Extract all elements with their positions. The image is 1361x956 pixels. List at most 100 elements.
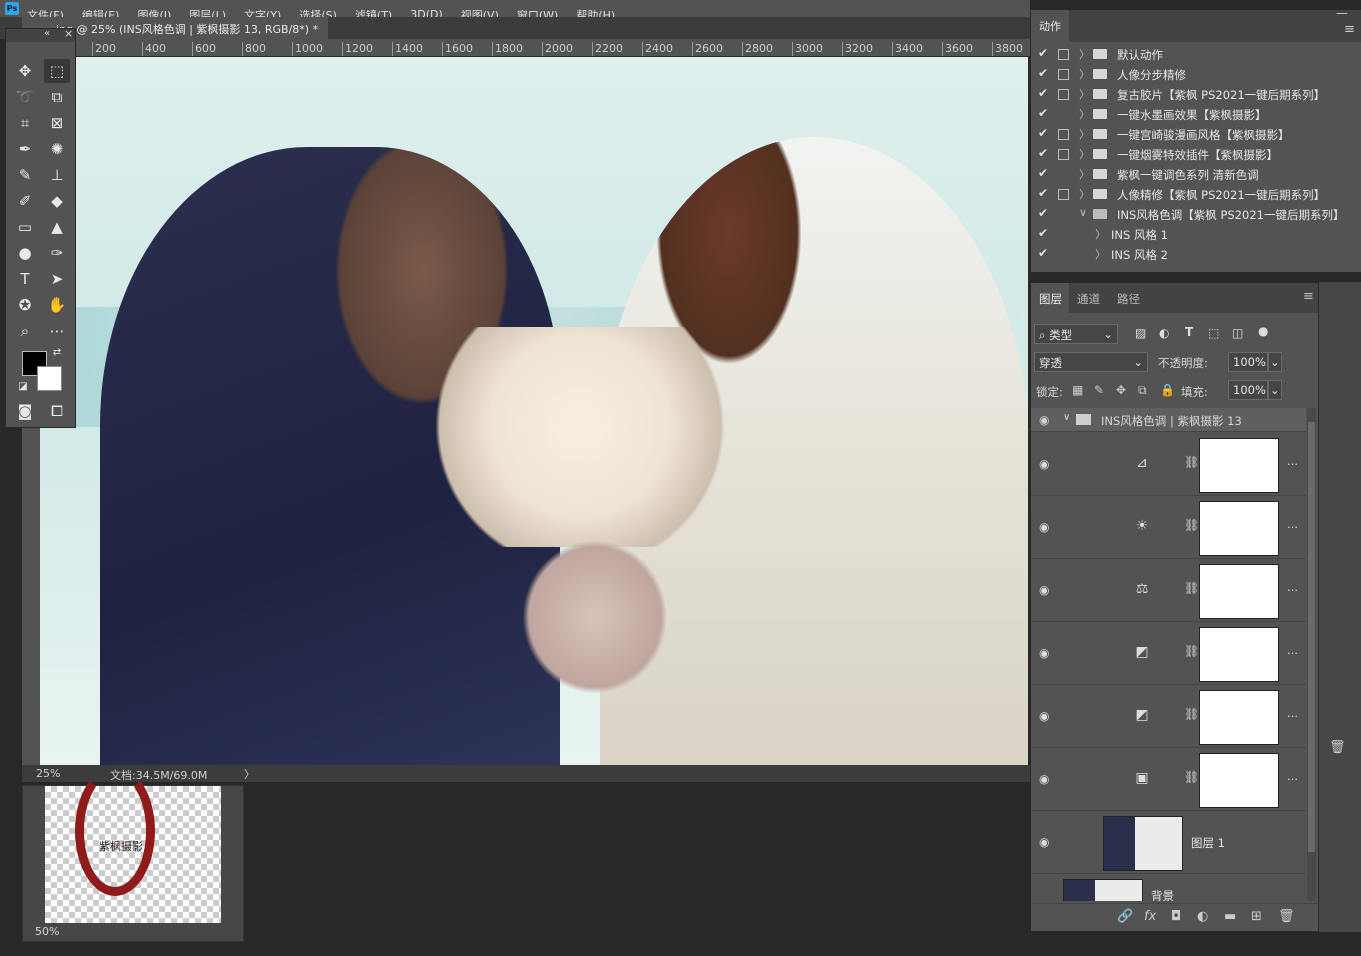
- check-icon[interactable]: ✔: [1038, 86, 1048, 100]
- expand-icon[interactable]: 〉: [1079, 46, 1090, 62]
- close-icon[interactable]: ×: [64, 27, 73, 40]
- shape-filter-icon[interactable]: ⬚: [1208, 326, 1219, 340]
- screen-mode-icon[interactable]: ⧠: [44, 399, 70, 423]
- action-set-row[interactable]: ✔ 〉 紫枫一键调色系列 清新色调: [1031, 165, 1351, 185]
- check-icon[interactable]: ✔: [1038, 186, 1048, 200]
- check-icon[interactable]: ✔: [1038, 166, 1048, 180]
- tab-actions[interactable]: 动作: [1031, 10, 1069, 42]
- lock-artboard-icon[interactable]: ⧉: [1138, 383, 1147, 398]
- menu-type[interactable]: 文字(Y): [244, 7, 281, 18]
- delete-layer-icon[interactable]: 🗑: [1278, 909, 1295, 924]
- adjustment-layer-row[interactable]: ◉ ⚖ ⛓…: [1031, 559, 1306, 622]
- expand-icon[interactable]: 〉: [1079, 126, 1090, 142]
- expand-icon[interactable]: 〉: [1079, 186, 1090, 202]
- dialog-toggle-icon[interactable]: [1058, 69, 1069, 80]
- expand-icon[interactable]: 〉: [1079, 66, 1090, 82]
- action-set-row[interactable]: ✔ 〉 复古胶片【紫枫 PS2021一键后期系列】: [1031, 85, 1351, 105]
- blend-mode-select[interactable]: 穿透 ⌄: [1034, 352, 1148, 372]
- check-icon[interactable]: ✔: [1038, 46, 1048, 60]
- layers-scrollbar[interactable]: [1307, 408, 1316, 901]
- expand-icon[interactable]: 〉: [1079, 106, 1090, 122]
- fill-input[interactable]: 100%: [1228, 380, 1268, 400]
- menu-window[interactable]: 窗口(W): [517, 7, 558, 18]
- layer-filter-select[interactable]: ⌕ 类型 ⌄: [1034, 324, 1118, 344]
- dialog-toggle-icon[interactable]: [1058, 149, 1069, 160]
- link-icon[interactable]: ⛓: [1184, 770, 1199, 784]
- tab-channels[interactable]: 通道: [1077, 291, 1100, 307]
- expand-icon[interactable]: 〉: [1095, 226, 1106, 242]
- dodge-tool-icon[interactable]: ●: [12, 241, 38, 265]
- background-color-swatch[interactable]: [37, 366, 62, 391]
- new-layer-icon[interactable]: ⊞: [1251, 909, 1262, 924]
- document-canvas[interactable]: [40, 57, 1028, 765]
- new-adjustment-icon[interactable]: ◐: [1197, 909, 1208, 924]
- action-row[interactable]: ✔ 〉 INS 风格 1: [1031, 225, 1351, 245]
- tab-layers[interactable]: 图层: [1031, 283, 1069, 313]
- adjustment-layer-row[interactable]: ◉ ▣ ⛓…: [1031, 748, 1306, 811]
- horizontal-ruler[interactable]: 200 400 600 800 1000 1200 1400 1600 1800…: [40, 39, 1030, 57]
- expand-icon[interactable]: 〉: [1079, 166, 1090, 182]
- sharpen-tool-icon[interactable]: ▲: [44, 215, 70, 239]
- action-set-row[interactable]: ✔ 〉 一键烟雾特效插件【紫枫摄影】: [1031, 145, 1351, 165]
- dialog-toggle-icon[interactable]: [1058, 189, 1069, 200]
- quick-mask-icon[interactable]: ◙: [12, 399, 38, 423]
- menu-help[interactable]: 帮助(H): [576, 7, 615, 18]
- menu-select[interactable]: 选择(S): [299, 7, 337, 18]
- brush-tool-icon[interactable]: ✎: [12, 163, 38, 187]
- check-icon[interactable]: ✔: [1038, 106, 1048, 120]
- more-icon[interactable]: …: [1287, 707, 1298, 720]
- visibility-eye-icon[interactable]: ◉: [1039, 520, 1049, 534]
- menu-image[interactable]: 图像(I): [137, 7, 171, 18]
- new-group-icon[interactable]: ▬: [1224, 909, 1236, 924]
- visibility-eye-icon[interactable]: ◉: [1039, 583, 1049, 597]
- more-tools-icon[interactable]: ⋯: [44, 319, 70, 343]
- eraser-tool-icon[interactable]: ◆: [44, 189, 70, 213]
- action-set-row[interactable]: ✔ 〉 人像精修【紫枫 PS2021一键后期系列】: [1031, 185, 1351, 205]
- adjustment-layer-row[interactable]: ◉ ◩ ⛓…: [1031, 622, 1306, 685]
- lock-transparent-icon[interactable]: ▦: [1072, 383, 1083, 397]
- link-icon[interactable]: ⛓: [1184, 707, 1199, 721]
- lasso-tool-icon[interactable]: ➰: [12, 85, 38, 109]
- dialog-toggle-icon[interactable]: [1058, 49, 1069, 60]
- check-icon[interactable]: ✔: [1038, 146, 1048, 160]
- layer-mask-thumbnail[interactable]: [1199, 627, 1279, 682]
- shape-tool-icon[interactable]: ✪: [12, 293, 38, 317]
- check-icon[interactable]: ✔: [1038, 66, 1048, 80]
- menu-layer[interactable]: 图层(L): [189, 7, 226, 18]
- eyedropper-tool-icon[interactable]: ✒: [12, 137, 38, 161]
- more-icon[interactable]: …: [1287, 644, 1298, 657]
- layer-thumbnail[interactable]: [1103, 816, 1183, 871]
- visibility-eye-icon[interactable]: ◉: [1039, 772, 1049, 786]
- filter-toggle-icon[interactable]: ●: [1258, 324, 1268, 338]
- action-set-row[interactable]: ✔ 〉 人像分步精修: [1031, 65, 1351, 85]
- collapse-icon[interactable]: «: [44, 28, 50, 39]
- healing-brush-icon[interactable]: ✺: [44, 137, 70, 161]
- history-brush-icon[interactable]: ✐: [12, 189, 38, 213]
- zoom-tool-icon[interactable]: ⌕: [12, 319, 38, 343]
- pen-tool-icon[interactable]: ✑: [44, 241, 70, 265]
- dialog-toggle-icon[interactable]: [1058, 129, 1069, 140]
- swap-colors-icon[interactable]: ⇄: [50, 345, 64, 359]
- chevron-down-icon[interactable]: ∨: [1063, 412, 1070, 423]
- link-icon[interactable]: ⛓: [1184, 644, 1199, 658]
- check-icon[interactable]: ✔: [1038, 246, 1048, 260]
- hand-tool-icon[interactable]: ✋: [44, 293, 70, 317]
- tab-paths[interactable]: 路径: [1117, 291, 1140, 307]
- background-layer-row[interactable]: 背景: [1031, 874, 1306, 901]
- expand-icon[interactable]: 〉: [1079, 86, 1090, 102]
- image-layer-row[interactable]: ◉ 图层 1: [1031, 811, 1306, 874]
- check-icon[interactable]: ✔: [1038, 226, 1048, 240]
- layer-mask-thumbnail[interactable]: [1199, 438, 1279, 493]
- layer-mask-thumbnail[interactable]: [1199, 501, 1279, 556]
- lock-position-icon[interactable]: ✥: [1116, 383, 1126, 397]
- second-document-window[interactable]: 紫枫摄影 50%: [22, 766, 244, 942]
- tools-panel-header[interactable]: « ×: [6, 27, 75, 42]
- opacity-input[interactable]: 100%: [1228, 352, 1268, 372]
- layer-thumbnail[interactable]: [1063, 879, 1143, 901]
- gradient-tool-icon[interactable]: ▭: [12, 215, 38, 239]
- adjustment-layer-row[interactable]: ◉ ◩ ⛓…: [1031, 685, 1306, 748]
- more-icon[interactable]: …: [1287, 455, 1298, 468]
- check-icon[interactable]: ✔: [1038, 126, 1048, 140]
- menu-view[interactable]: 视图(V): [461, 7, 499, 18]
- action-row[interactable]: ✔ 〉 INS 风格 2: [1031, 245, 1351, 265]
